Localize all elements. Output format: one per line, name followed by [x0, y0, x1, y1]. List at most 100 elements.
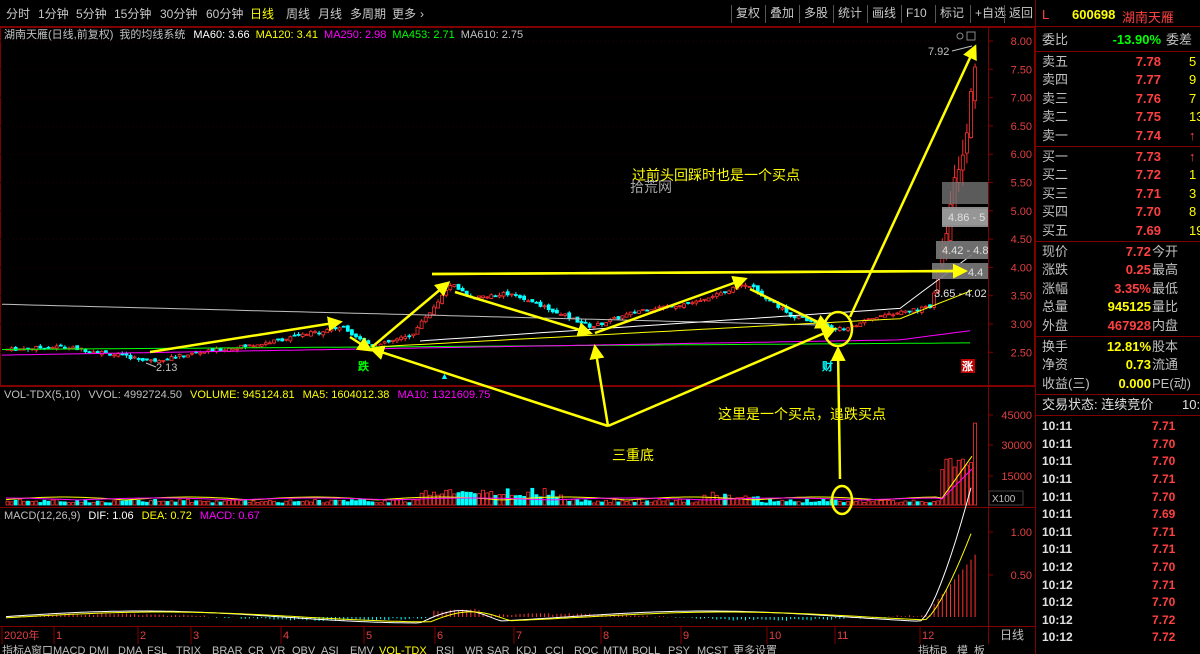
volume-bar: [300, 501, 305, 506]
tick-trade-row: 10:11 7.71: [1036, 417, 1200, 435]
indicator-tab[interactable]: DMA: [118, 645, 142, 654]
candle-body: [317, 332, 322, 335]
candle-body: [591, 326, 596, 328]
timeframe-tab[interactable]: 15分钟: [114, 6, 151, 22]
trade-time: 10:11: [1042, 542, 1073, 557]
indicator-tab[interactable]: MCST: [697, 645, 728, 654]
chip-range-label: 4.4: [968, 267, 983, 279]
tick-trade-row: 10:11 7.70: [1036, 452, 1200, 470]
ma-legend-item: MA60: 3.66: [193, 29, 250, 41]
watermark-text: 拾荒网: [630, 179, 672, 195]
indicator-tab[interactable]: 窗口: [31, 645, 53, 654]
timeframe-tab[interactable]: 60分钟: [206, 6, 243, 22]
volume-bar: [591, 502, 596, 506]
timeframe-tab[interactable]: 分时: [6, 6, 30, 22]
volume-bar: [132, 499, 137, 506]
volume-bar: [341, 499, 346, 506]
indicator-tab[interactable]: BOLL: [632, 645, 660, 654]
stats-label: 涨跌: [1042, 262, 1069, 278]
volume-bar: [91, 501, 96, 506]
bids-label: 买二: [1042, 167, 1069, 183]
volume-bar: [370, 501, 375, 506]
toolbar-button[interactable]: 返回: [1004, 5, 1037, 23]
indicator-tab-right[interactable]: 指标B: [918, 645, 947, 654]
toolbar-button[interactable]: 多股: [799, 5, 832, 23]
volume-bar: [173, 501, 178, 506]
tick-trade-row: 10:12 7.70: [1036, 593, 1200, 611]
indicator-tab[interactable]: ROC: [574, 645, 598, 654]
indicator-tab[interactable]: DMI: [89, 645, 109, 654]
price-axis-label: 4.50: [1011, 234, 1032, 246]
indicator-tab[interactable]: OBV: [292, 645, 315, 654]
ma120-line: [379, 289, 973, 348]
kline-chart-svg[interactable]: 8.00 7.50 7.00 6.50 6.00 5.50 5.00 4.50 4.00 3.50…: [0, 27, 1035, 654]
indicator-tab[interactable]: CR: [248, 645, 264, 654]
timeframe-tab[interactable]: 多周期: [350, 6, 386, 22]
weibi-label: 委比: [1042, 32, 1069, 47]
volume-bar: [296, 501, 301, 506]
indicator-tab[interactable]: 指标A: [2, 645, 31, 654]
timeframe-tab[interactable]: 1分钟: [38, 6, 69, 22]
indicator-tab[interactable]: EMV: [350, 645, 374, 654]
chevron-right-icon[interactable]: ›: [420, 6, 424, 22]
indicator-tab[interactable]: MTM: [603, 645, 628, 654]
macd-legend: MACD(12,26,9) DIF: 1.06 DEA: 0.72 MACD: 0.6…: [4, 508, 268, 524]
timeframe-tab[interactable]: 日线: [250, 6, 274, 22]
indicator-tab[interactable]: FSL: [147, 645, 167, 654]
indicator-tab[interactable]: BRAR: [212, 645, 243, 654]
toolbar-button[interactable]: 叠加: [765, 5, 798, 23]
kline-chart-area[interactable]: 8.00 7.50 7.00 6.50 6.00 5.50 5.00 4.50 4.00 3.50…: [0, 27, 1035, 654]
volume-bar: [468, 491, 473, 506]
indicator-tab[interactable]: RSI: [436, 645, 454, 654]
volume-bar: [190, 502, 194, 506]
volume-bar: [263, 501, 268, 506]
indicator-tab[interactable]: SAR: [487, 645, 510, 654]
volume-legend-item: VOL-TDX(5,10): [4, 389, 81, 401]
month-label: 8: [603, 630, 609, 642]
toolbar-button[interactable]: 标记: [935, 5, 968, 23]
candle-body: [960, 154, 965, 171]
indicator-tab-right[interactable]: 模: [957, 645, 968, 654]
volume-bar: [604, 499, 608, 506]
indicator-tab[interactable]: ASI: [321, 645, 339, 654]
chip-range-label: 3.65 - 4.02: [934, 288, 987, 300]
indicator-tab[interactable]: 更多: [733, 645, 755, 654]
candle-body: [444, 290, 449, 296]
indicator-tab[interactable]: MACD: [53, 645, 85, 654]
indicator-tab-right[interactable]: 板: [974, 645, 985, 654]
volume-bar: [616, 501, 621, 506]
candle-body: [104, 350, 108, 353]
indicator-tab[interactable]: VR: [270, 645, 285, 654]
candle-body: [485, 296, 490, 299]
indicator-tab[interactable]: 设置: [755, 645, 777, 654]
toolbar-button[interactable]: F10: [901, 5, 931, 23]
timeframe-tab[interactable]: 30分钟: [160, 6, 197, 22]
indicator-tab[interactable]: TRIX: [176, 645, 201, 654]
month-label: 9: [683, 630, 689, 642]
volume-bar: [112, 500, 116, 506]
stats-label: 涨幅: [1042, 280, 1069, 296]
candle-body: [743, 284, 748, 287]
price-axis-label: 7.00: [1011, 93, 1032, 105]
indicator-tab[interactable]: KDJ: [516, 645, 537, 654]
candle-body: [112, 354, 116, 357]
toolbar-button[interactable]: 画线: [867, 5, 900, 23]
volume-bar: [883, 499, 887, 506]
indicator-tab[interactable]: CCI: [545, 645, 564, 654]
timeframe-tab[interactable]: 5分钟: [76, 6, 107, 22]
candle-body: [87, 351, 92, 354]
toolbar-button[interactable]: 统计: [833, 5, 866, 23]
volume-bar: [386, 502, 391, 506]
indicator-tab[interactable]: PSY: [668, 645, 690, 654]
timeframe-tab[interactable]: 月线: [318, 6, 342, 22]
toolbar-button[interactable]: 复权: [731, 5, 764, 23]
volume-bar: [169, 500, 174, 506]
candle-body: [325, 329, 330, 334]
indicator-tab[interactable]: VOL-TDX: [379, 645, 427, 654]
candle-body: [341, 325, 346, 328]
indicator-tab[interactable]: WR: [465, 645, 483, 654]
timeframe-tab[interactable]: 更多: [392, 6, 416, 22]
volume-bar: [825, 501, 830, 506]
timeframe-tab[interactable]: 周线: [286, 6, 310, 22]
volume-axis-label: 45000: [1001, 410, 1032, 422]
